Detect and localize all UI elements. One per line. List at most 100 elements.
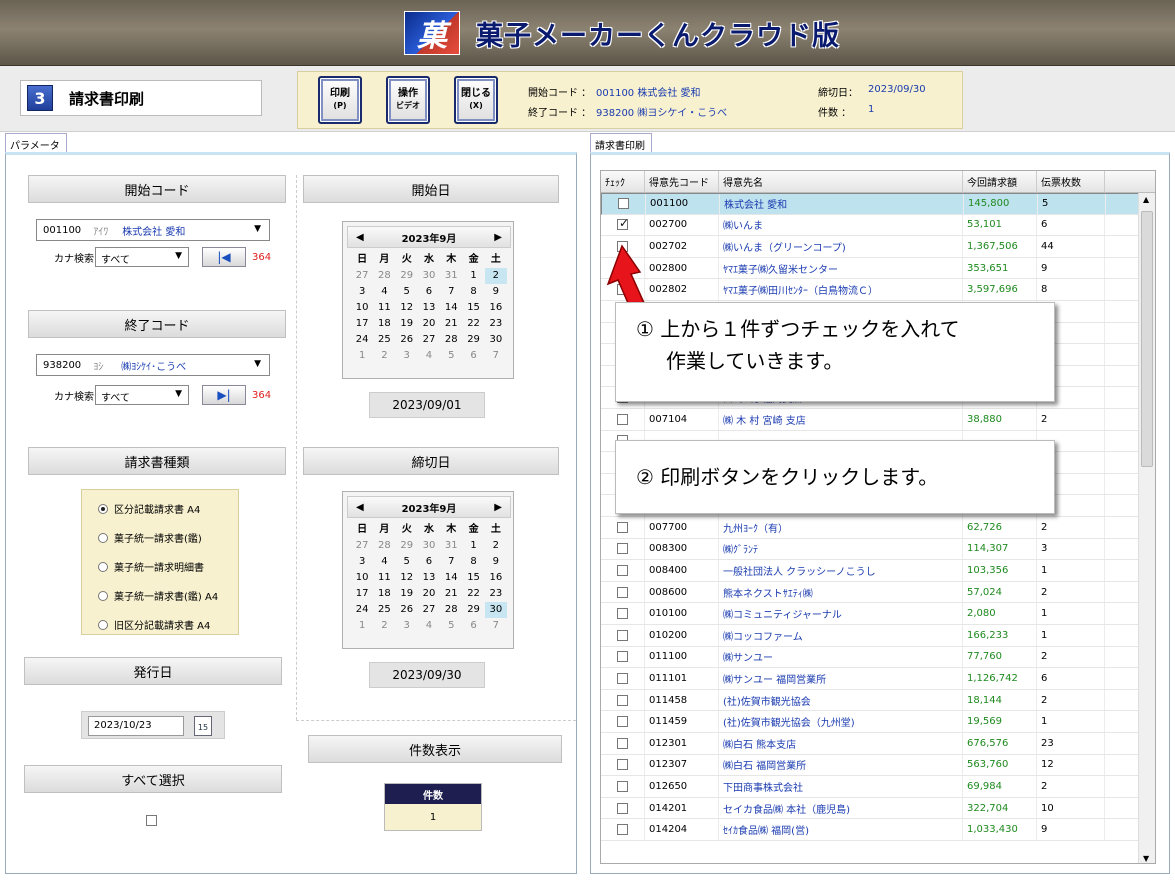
table-row[interactable]: 008400 一般社団法人 クラッシーノこうし 103,356 1	[601, 560, 1139, 582]
prev-month-icon[interactable]: ◀	[356, 232, 364, 243]
calendar-day[interactable]: 29	[462, 332, 484, 348]
scroll-down-icon[interactable]: ▼	[1143, 854, 1149, 863]
row-checkbox[interactable]	[617, 651, 628, 663]
calendar-day[interactable]: 29	[462, 602, 484, 618]
table-row[interactable]: 010100 ㈱コミュニティジャーナル 2,080 1	[601, 603, 1139, 625]
table-row[interactable]: 007104 ㈱ 木 村 宮崎 支店 38,880 2	[601, 409, 1139, 431]
calendar-day[interactable]: 13	[418, 570, 440, 586]
calendar-day[interactable]: 23	[485, 586, 507, 602]
table-row[interactable]: 011101 ㈱サンユー 福岡営業所 1,126,742 6	[601, 668, 1139, 690]
table-row[interactable]: 014201 セイカ食品㈱ 本社（鹿児島) 322,704 10	[601, 797, 1139, 820]
table-row[interactable]: 010200 ㈱コッコファーム 166,233 1	[601, 625, 1139, 647]
table-row[interactable]: 012650 下田商事株式会社 69,984 2	[601, 776, 1139, 798]
invoice-type-radio[interactable]: 旧区分記載請求書 A4	[98, 617, 210, 632]
table-row[interactable]: 011100 ㈱サンユー 77,760 2	[601, 646, 1139, 669]
jump-first-button[interactable]: |◀	[202, 247, 246, 267]
table-row[interactable]: 014204 ｾｲｶ食品㈱ 福岡(営) 1,033,430 9	[601, 819, 1139, 841]
table-row[interactable]: 008300 ㈱ｸﾞﾗﾝﾃ 114,307 3	[601, 538, 1139, 561]
calendar-day[interactable]: 10	[351, 570, 373, 586]
calendar-day[interactable]: 21	[440, 316, 462, 332]
calendar-day[interactable]: 28	[440, 332, 462, 348]
calendar-day[interactable]: 20	[418, 586, 440, 602]
table-row[interactable]: 007700 九州ﾖｰｸ（有） 62,726 2	[601, 517, 1139, 539]
table-row[interactable]: 002702 ㈱いんま（グリーンコープ) 1,367,506 44	[601, 236, 1139, 258]
scroll-up-icon[interactable]: ▲	[1143, 195, 1149, 204]
calendar-day[interactable]: 16	[485, 300, 507, 316]
calendar-day[interactable]: 4	[373, 284, 395, 300]
calendar-day[interactable]: 5	[396, 554, 418, 570]
calendar-day[interactable]: 25	[373, 602, 395, 618]
calendar-day[interactable]: 20	[418, 316, 440, 332]
calendar-day[interactable]: 2	[373, 618, 395, 634]
row-checkbox[interactable]	[617, 737, 628, 749]
start-date-calendar[interactable]: ◀ 2023年9月 ▶ 日月火水木金土 27 28 29 30 31 1 2 3 4 5 6 7 8 9 10…	[342, 221, 514, 379]
calendar-day[interactable]: 24	[351, 332, 373, 348]
calendar-day[interactable]: 24	[351, 602, 373, 618]
calendar-day[interactable]: 18	[373, 586, 395, 602]
calendar-day[interactable]: 1	[462, 538, 484, 554]
calendar-icon[interactable]: 15	[194, 716, 212, 736]
calendar-day[interactable]: 27	[418, 332, 440, 348]
calendar-day[interactable]: 22	[462, 586, 484, 602]
calendar-day[interactable]: 3	[351, 284, 373, 300]
calendar-day[interactable]: 7	[440, 554, 462, 570]
column-header-amount[interactable]: 今回請求額	[963, 171, 1037, 193]
calendar-day[interactable]: 8	[462, 284, 484, 300]
calendar-day[interactable]: 27	[351, 268, 373, 284]
calendar-day[interactable]: 17	[351, 316, 373, 332]
row-checkbox[interactable]	[617, 413, 628, 425]
row-checkbox[interactable]	[617, 759, 628, 771]
row-checkbox[interactable]	[617, 284, 628, 296]
calendar-day[interactable]: 11	[373, 300, 395, 316]
next-month-icon[interactable]: ▶	[494, 232, 502, 243]
row-checkbox[interactable]	[617, 694, 628, 706]
row-checkbox[interactable]	[618, 198, 629, 210]
calendar-day[interactable]: 23	[485, 316, 507, 332]
calendar-day[interactable]: 31	[440, 268, 462, 284]
calendar-day[interactable]: 15	[462, 570, 484, 586]
calendar-day[interactable]: 22	[462, 316, 484, 332]
row-checkbox[interactable]	[617, 672, 628, 684]
prev-month-icon[interactable]: ◀	[356, 502, 364, 513]
row-checkbox[interactable]	[617, 521, 628, 533]
calendar-day[interactable]: 16	[485, 570, 507, 586]
print-button[interactable]: 印刷 (P)	[318, 76, 362, 124]
calendar-day[interactable]: 19	[396, 316, 418, 332]
end-kana-select[interactable]: すべて ▼	[95, 385, 189, 405]
calendar-day[interactable]: 3	[396, 618, 418, 634]
calendar-day[interactable]: 7	[440, 284, 462, 300]
row-checkbox[interactable]	[617, 824, 628, 836]
row-checkbox[interactable]	[617, 802, 628, 814]
calendar-day[interactable]: 10	[351, 300, 373, 316]
table-row[interactable]: 011458 (社)佐賀市観光協会 18,144 2	[601, 689, 1139, 712]
tab-parameters[interactable]: パラメータ	[5, 133, 67, 153]
calendar-day[interactable]: 7	[485, 348, 507, 364]
calendar-day[interactable]: 30	[418, 268, 440, 284]
table-row[interactable]: 002802 ﾔﾏｴ菓子㈱田川ｾﾝﾀｰ（白鳥物流Ｃ） 3,597,696 8	[601, 279, 1139, 301]
calendar-day[interactable]: 6	[462, 618, 484, 634]
row-checkbox[interactable]	[617, 240, 628, 252]
calendar-day[interactable]: 9	[485, 554, 507, 570]
calendar-day[interactable]: 2	[373, 348, 395, 364]
calendar-day[interactable]: 19	[396, 586, 418, 602]
calendar-day[interactable]: 6	[418, 554, 440, 570]
calendar-day[interactable]: 21	[440, 586, 462, 602]
cutoff-date-calendar[interactable]: ◀ 2023年9月 ▶ 日月火水木金土 27 28 29 30 31 1 2 3 4 5 6 7 8 9 10…	[342, 491, 514, 649]
calendar-day[interactable]: 12	[396, 300, 418, 316]
column-header-code[interactable]: 得意先コード	[645, 171, 719, 193]
table-row[interactable]: 002800 ﾔﾏｴ菓子㈱久留米センター 353,651 9	[601, 257, 1139, 280]
table-row[interactable]: 011459 (社)佐賀市観光協会（九州堂) 19,569 1	[601, 711, 1139, 733]
row-checkbox[interactable]	[617, 543, 628, 555]
calendar-day[interactable]: 1	[462, 268, 484, 284]
calendar-day[interactable]: 13	[418, 300, 440, 316]
calendar-day[interactable]: 26	[396, 332, 418, 348]
calendar-day[interactable]: 28	[373, 268, 395, 284]
calendar-day[interactable]: 6	[462, 348, 484, 364]
calendar-day[interactable]: 30	[418, 538, 440, 554]
calendar-day[interactable]: 2	[484, 268, 507, 284]
calendar-day[interactable]: 30	[485, 332, 507, 348]
calendar-day[interactable]: 14	[440, 300, 462, 316]
calendar-day[interactable]: 15	[462, 300, 484, 316]
calendar-day[interactable]: 5	[396, 284, 418, 300]
calendar-day[interactable]: 8	[462, 554, 484, 570]
